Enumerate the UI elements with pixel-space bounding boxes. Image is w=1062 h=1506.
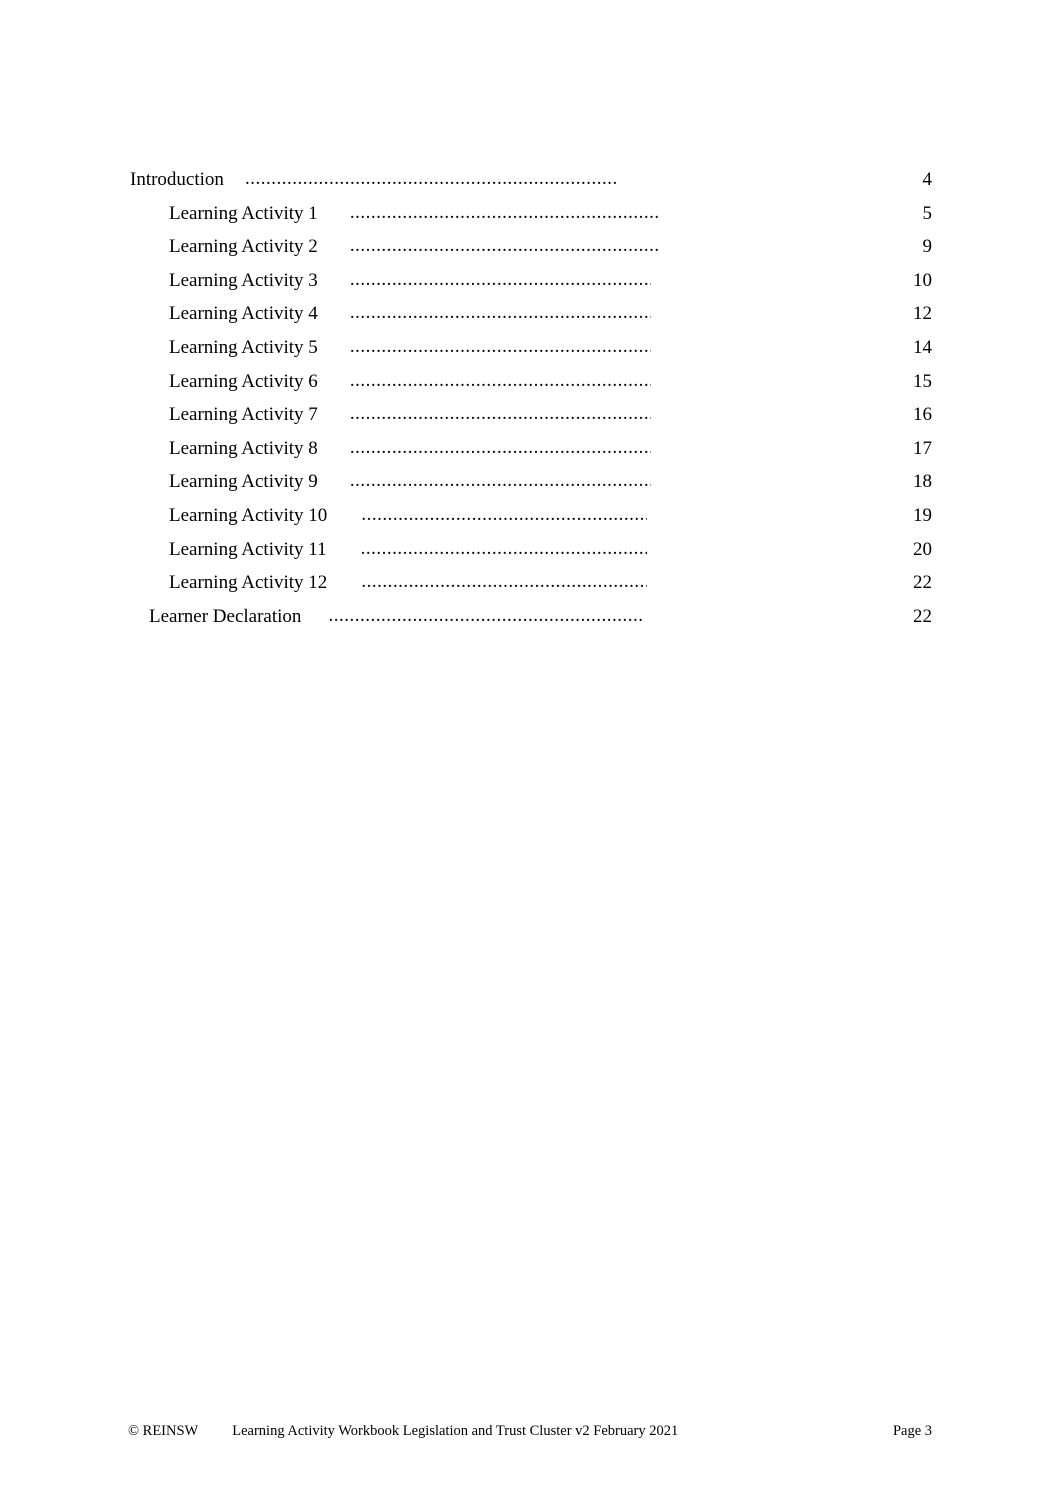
toc-dot-leader [350, 335, 792, 359]
toc-dot-leader [350, 402, 792, 426]
toc-entry-learning-activity-2[interactable]: Learning Activity 2 9 [0, 235, 1062, 269]
toc-entry-learning-activity-12[interactable]: Learning Activity 12 22 [0, 571, 1062, 605]
toc-entry-label: Learning Activity 12 [169, 572, 328, 594]
toc-entry-page-number: 19 [913, 504, 932, 526]
toc-entry-label: Learning Activity 4 [169, 303, 318, 325]
toc-dot-leader [361, 503, 786, 527]
toc-entry-learning-activity-10[interactable]: Learning Activity 10 19 [0, 504, 1062, 538]
toc-entry-learner-declaration[interactable]: Learner Declaration 22 [0, 605, 1062, 639]
toc-dot-leader [350, 268, 792, 292]
toc-entry-page-number: 17 [913, 437, 932, 459]
toc-dot-leader [350, 469, 792, 493]
toc-entry-label: Learning Activity 7 [169, 404, 318, 426]
toc-entry-learning-activity-1[interactable]: Learning Activity 1 5 [0, 202, 1062, 236]
toc-dot-leader [361, 570, 786, 594]
toc-dot-leader [350, 201, 792, 225]
toc-entry-label: Introduction [130, 169, 224, 190]
toc-entry-learning-activity-3[interactable]: Learning Activity 3 10 [0, 269, 1062, 303]
toc-entry-label: Learning Activity 3 [169, 269, 318, 291]
toc-entry-label: Learner Declaration [149, 605, 302, 627]
toc-entry-learning-activity-7[interactable]: Learning Activity 7 16 [0, 403, 1062, 437]
toc-entry-page-number: 4 [922, 169, 933, 190]
toc-entry-page-number: 20 [913, 538, 932, 560]
toc-dot-leader [350, 436, 792, 460]
toc-entry-label: Learning Activity 2 [169, 236, 318, 258]
toc-entry-label: Learning Activity 6 [169, 370, 318, 392]
document-page: Introduction 4 Learning Activity 1 5 Lea… [0, 0, 1062, 1506]
toc-entry-learning-activity-4[interactable]: Learning Activity 4 12 [0, 302, 1062, 336]
toc-entry-page-number: 15 [913, 370, 932, 392]
toc-entry-learning-activity-5[interactable]: Learning Activity 5 14 [0, 336, 1062, 370]
page-footer: © REINSW Learning Activity Workbook Legi… [128, 1422, 932, 1440]
toc-entry-learning-activity-11[interactable]: Learning Activity 11 20 [0, 538, 1062, 572]
toc-dot-leader [361, 537, 786, 561]
toc-entry-page-number: 18 [913, 471, 932, 493]
toc-entry-page-number: 22 [913, 605, 932, 627]
footer-page-number: Page 3 [892, 1423, 932, 1439]
toc-entry-page-number: 12 [913, 303, 932, 325]
footer-copyright: © REINSW [128, 1423, 199, 1439]
toc-entry-page-number: 10 [913, 269, 932, 291]
toc-entry-label: Learning Activity 11 [169, 538, 327, 560]
toc-dot-leader [350, 301, 792, 325]
toc-entry-label: Learning Activity 9 [169, 471, 318, 493]
toc-dot-leader [350, 234, 792, 258]
toc-dot-leader [328, 604, 784, 628]
table-of-contents: Introduction 4 Learning Activity 1 5 Lea… [0, 168, 1062, 638]
footer-document-title: Learning Activity Workbook Legislation a… [232, 1423, 679, 1439]
toc-entry-learning-activity-6[interactable]: Learning Activity 6 15 [0, 370, 1062, 404]
toc-entry-page-number: 5 [922, 202, 933, 224]
toc-entry-page-number: 16 [913, 404, 932, 426]
toc-entry-page-number: 14 [913, 336, 932, 358]
toc-entry-learning-activity-8[interactable]: Learning Activity 8 17 [0, 437, 1062, 471]
toc-entry-learning-activity-9[interactable]: Learning Activity 9 18 [0, 470, 1062, 504]
toc-entry-label: Learning Activity 5 [169, 336, 318, 358]
toc-dot-leader [245, 167, 772, 191]
toc-entry-page-number: 22 [913, 572, 932, 594]
toc-entry-label: Learning Activity 8 [169, 437, 318, 459]
toc-entry-label: Learning Activity 1 [169, 202, 318, 224]
toc-dot-leader [350, 369, 792, 393]
toc-entry-label: Learning Activity 10 [169, 504, 328, 526]
toc-entry-introduction[interactable]: Introduction 4 [0, 168, 1062, 202]
toc-entry-page-number: 9 [922, 236, 933, 258]
